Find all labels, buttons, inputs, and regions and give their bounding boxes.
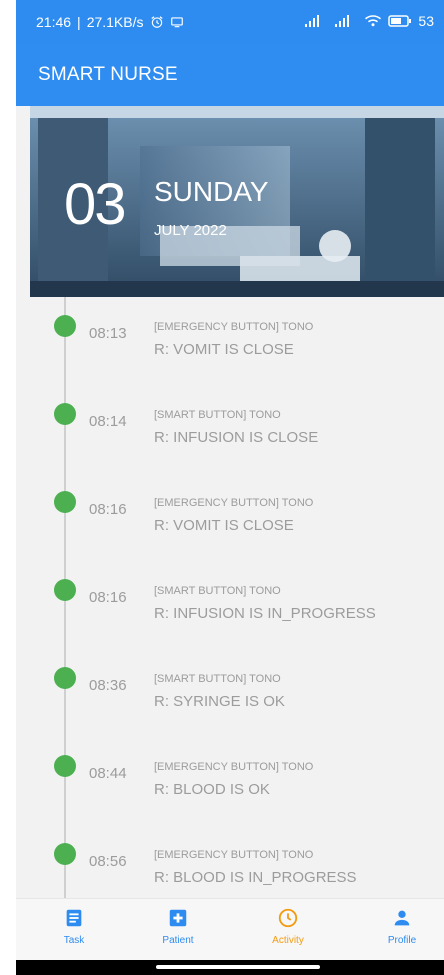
event-source: [SMART BUTTON] TONO	[154, 409, 281, 421]
event-result: R: INFUSION IS IN_PROGRESS	[154, 605, 376, 622]
status-separator: |	[77, 14, 81, 30]
event-time: 08:16	[89, 589, 127, 606]
event-result: R: BLOOD IS OK	[154, 781, 270, 798]
event-source: [SMART BUTTON] TONO	[154, 585, 281, 597]
nav-profile[interactable]: Profile	[362, 907, 442, 957]
list-item[interactable]: 08:36 [SMART BUTTON] TONO R: SYRINGE IS …	[16, 649, 444, 729]
battery-icon	[388, 15, 412, 27]
signal-icon-2	[335, 15, 350, 27]
event-time: 08:13	[89, 325, 127, 342]
list-item[interactable]: 08:16 [EMERGENCY BUTTON] TONO R: VOMIT I…	[16, 473, 444, 553]
event-source: [EMERGENCY BUTTON] TONO	[154, 497, 314, 509]
event-result: R: INFUSION IS CLOSE	[154, 429, 319, 446]
header-day: 03	[64, 172, 126, 237]
status-dot	[54, 491, 76, 513]
signal-icon	[305, 15, 320, 27]
activity-timeline: 08:13 [EMERGENCY BUTTON] TONO R: VOMIT I…	[16, 297, 444, 898]
event-time: 08:16	[89, 501, 127, 518]
nav-activity-label: Activity	[272, 935, 304, 946]
nav-task-label: Task	[63, 935, 85, 946]
gesture-bar	[16, 960, 444, 975]
event-source: [EMERGENCY BUTTON] TONO	[154, 761, 314, 773]
event-result: R: VOMIT IS CLOSE	[154, 517, 294, 534]
status-dot	[54, 667, 76, 689]
nav-profile-label: Profile	[387, 935, 417, 946]
app-title: SMART NURSE	[38, 64, 178, 85]
list-item[interactable]: 08:14 [SMART BUTTON] TONO R: INFUSION IS…	[16, 385, 444, 465]
wifi-icon	[365, 15, 382, 27]
event-result: R: SYRINGE IS OK	[154, 693, 285, 710]
header-weekday: SUNDAY	[154, 176, 269, 207]
status-dot	[54, 579, 76, 601]
nav-activity[interactable]: Activity	[248, 907, 328, 957]
status-left: 21:46 | 27.1KB/s	[36, 14, 184, 30]
app-bar: SMART NURSE	[16, 44, 444, 106]
list-item[interactable]: 08:13 [EMERGENCY BUTTON] TONO R: VOMIT I…	[16, 297, 444, 377]
person-icon	[394, 910, 410, 926]
status-dot	[54, 755, 76, 777]
bottom-navigation: Task Patient Activity Profile	[16, 898, 444, 961]
event-time: 08:36	[89, 677, 127, 694]
task-list-icon	[66, 909, 82, 927]
date-header: 03 SUNDAY JULY 2022	[30, 106, 444, 297]
event-source: [SMART BUTTON] TONO	[154, 673, 281, 685]
phone-screen: 21:46 | 27.1KB/s 53 SMART NURSE 03 SUNDA…	[0, 0, 444, 975]
alarm-icon	[150, 16, 163, 28]
event-time: 08:44	[89, 765, 127, 782]
nav-task[interactable]: Task	[34, 907, 114, 957]
event-time: 08:14	[89, 413, 127, 430]
app-frame: 21:46 | 27.1KB/s 53 SMART NURSE 03 SUNDA…	[16, 0, 444, 975]
status-time: 21:46	[36, 14, 72, 30]
status-dot	[54, 403, 76, 425]
status-right: 53	[304, 13, 434, 29]
clock-icon	[278, 908, 298, 928]
list-item[interactable]: 08:44 [EMERGENCY BUTTON] TONO R: BLOOD I…	[16, 737, 444, 817]
status-bar: 21:46 | 27.1KB/s 53	[16, 0, 444, 44]
list-item[interactable]: 08:16 [SMART BUTTON] TONO R: INFUSION IS…	[16, 561, 444, 641]
header-month-year: JULY 2022	[154, 222, 227, 239]
event-time: 08:56	[89, 853, 127, 870]
nav-patient-label: Patient	[162, 935, 194, 946]
screen-cast-icon	[170, 17, 183, 28]
status-dot	[54, 843, 76, 865]
status-dot	[54, 315, 76, 337]
event-source: [EMERGENCY BUTTON] TONO	[154, 321, 314, 333]
event-result: R: VOMIT IS CLOSE	[154, 341, 294, 358]
event-source: [EMERGENCY BUTTON] TONO	[154, 849, 314, 861]
status-network-speed: 27.1KB/s	[86, 14, 144, 30]
battery-percent: 53	[418, 13, 434, 29]
home-indicator[interactable]	[156, 965, 320, 969]
nav-patient[interactable]: Patient	[138, 907, 218, 957]
event-result: R: BLOOD IS IN_PROGRESS	[154, 869, 357, 886]
medical-cross-icon	[169, 909, 187, 927]
list-item[interactable]: 08:56 [EMERGENCY BUTTON] TONO R: BLOOD I…	[16, 825, 444, 898]
